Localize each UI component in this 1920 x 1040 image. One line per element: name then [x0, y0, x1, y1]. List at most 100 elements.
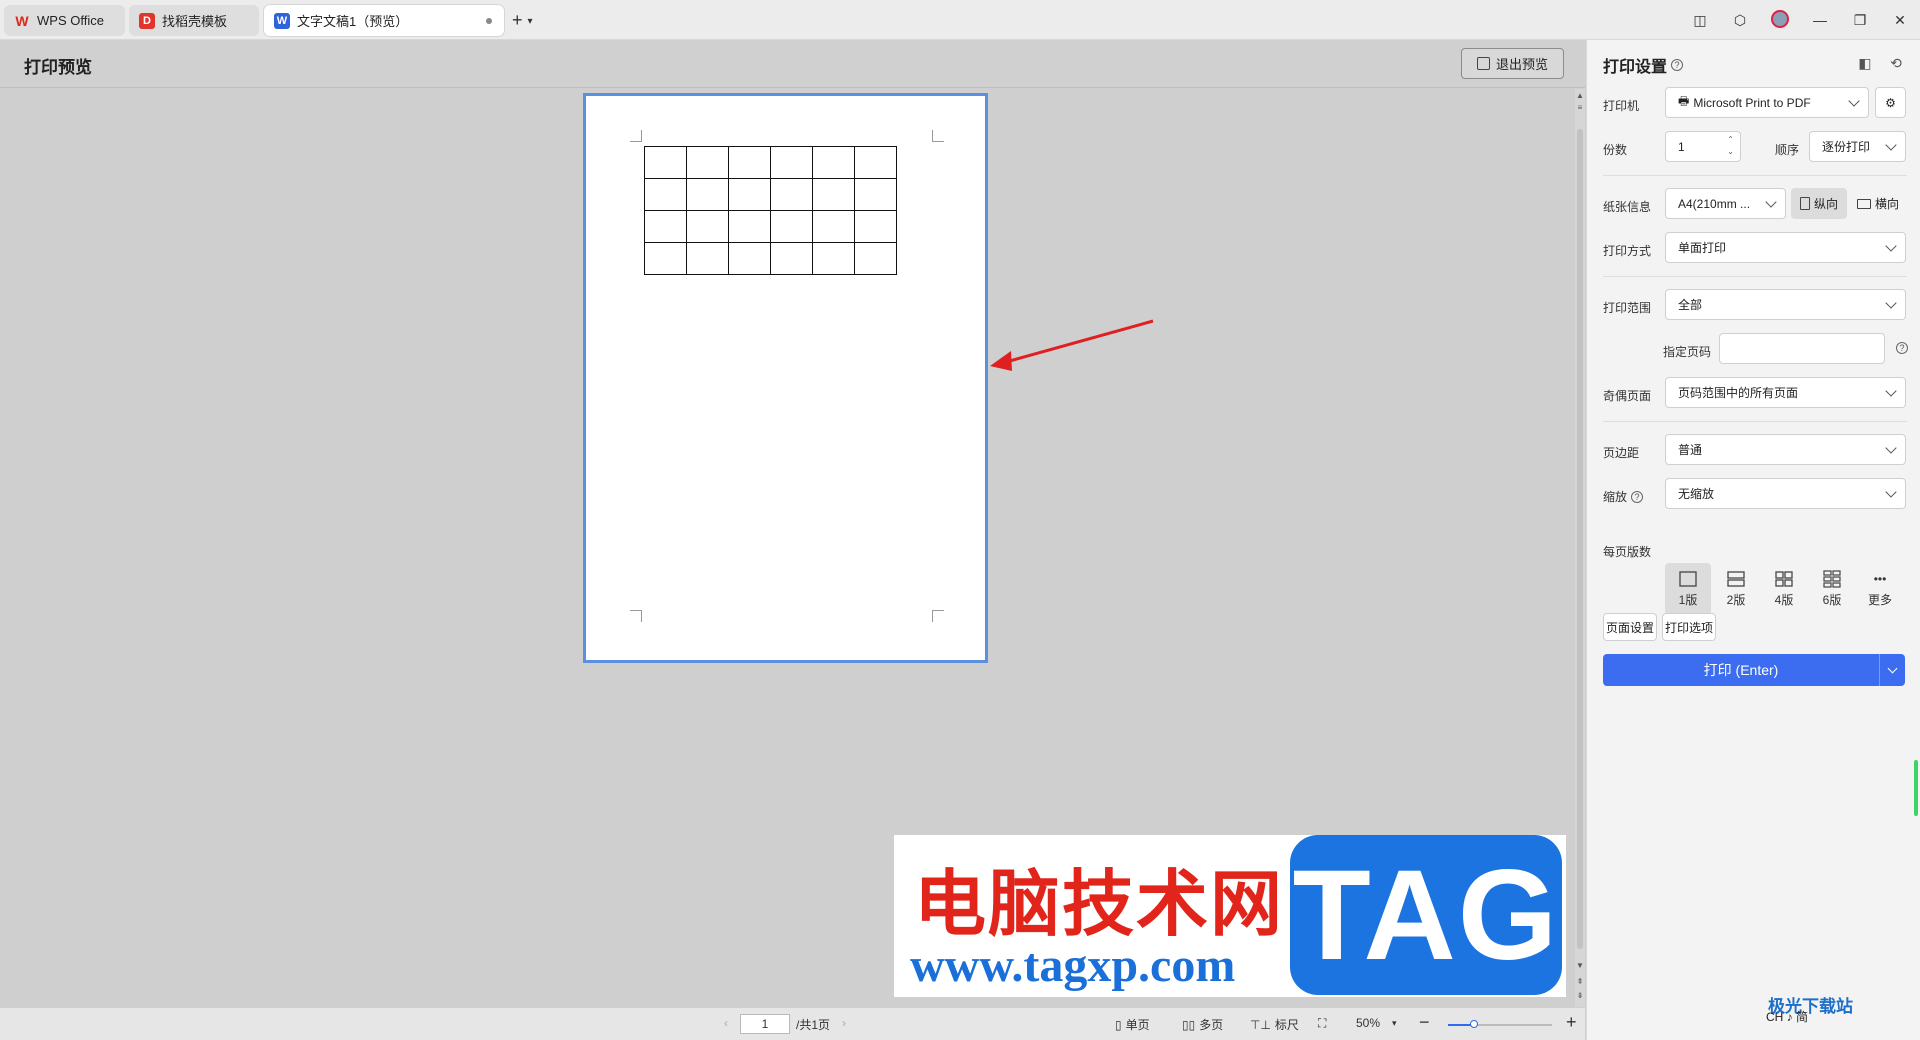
landscape-label: 横向: [1874, 197, 1899, 211]
scroll-down-icon[interactable]: ▼: [1575, 961, 1585, 970]
portrait-label: 纵向: [1813, 197, 1838, 211]
gear-icon: ⚙: [1885, 95, 1896, 110]
scroll-up-icon[interactable]: ▲: [1575, 91, 1585, 100]
layout-1-icon: [1679, 567, 1697, 591]
layout-label: 2版: [1726, 593, 1746, 607]
ruler-icon: ⊤⊥: [1250, 1017, 1271, 1032]
order-label: 顺序: [1775, 143, 1800, 157]
chevron-down-icon: [1848, 95, 1860, 107]
paper-size-select[interactable]: A4(210mm ...: [1665, 188, 1786, 219]
ime-indicator[interactable]: CH ♪ 简: [1766, 1008, 1808, 1025]
print-options-button[interactable]: 打印选项: [1662, 613, 1716, 641]
printer-properties-button[interactable]: ⚙: [1875, 87, 1906, 118]
panel-title: 打印设置 ?: [1603, 53, 1684, 77]
order-value: 逐份打印: [1822, 140, 1871, 154]
page-spec-label: 指定页码: [1663, 345, 1712, 359]
print-dropdown-button[interactable]: [1879, 654, 1905, 686]
page-spec-input[interactable]: [1719, 333, 1885, 364]
panel-layout-icon[interactable]: ◧: [1856, 55, 1874, 73]
zoom-in-icon[interactable]: +: [1566, 1012, 1577, 1033]
prev-page-icon[interactable]: ‹: [724, 1016, 728, 1030]
scale-value: 无缩放: [1678, 487, 1715, 501]
page-setup-label: 页面设置: [1605, 620, 1654, 635]
odd-even-select[interactable]: 页码范围中的所有页面: [1665, 377, 1906, 408]
single-page-button[interactable]: ▯ 单页: [1115, 1016, 1150, 1033]
multi-page-label: 多页: [1199, 1018, 1224, 1032]
layout-label: 1版: [1678, 593, 1698, 607]
printer-label: 打印机: [1603, 99, 1640, 113]
divider: [1603, 276, 1907, 277]
portrait-button[interactable]: 纵向: [1791, 188, 1847, 219]
print-options-label: 打印选项: [1664, 620, 1713, 635]
layout-6-up[interactable]: 6版: [1809, 563, 1855, 615]
margin-label: 页边距: [1603, 446, 1640, 460]
fit-page-icon[interactable]: ⛶: [1318, 1016, 1326, 1031]
single-page-icon: ▯: [1115, 1017, 1122, 1032]
paper-size-value: A4(210mm ...: [1678, 196, 1751, 211]
chevron-down-icon: [1885, 297, 1897, 309]
print-mode-value: 单面打印: [1678, 241, 1727, 255]
scale-select[interactable]: 无缩放: [1665, 478, 1906, 509]
ruler-button[interactable]: ⊤⊥ 标尺: [1250, 1016, 1299, 1033]
help-icon[interactable]: ?: [1671, 59, 1684, 71]
page-setup-button[interactable]: 页面设置: [1603, 613, 1657, 641]
stepper-down-icon[interactable]: ⌄: [1727, 147, 1734, 156]
scroll-prev-page-icon[interactable]: ⇞: [1575, 977, 1585, 986]
chevron-down-icon: [1885, 385, 1897, 397]
layout-4-up[interactable]: 4版: [1761, 563, 1807, 615]
layout-2-up[interactable]: 2版: [1713, 563, 1759, 615]
arrow-shaft: [1005, 319, 1154, 364]
landscape-button[interactable]: 横向: [1849, 188, 1907, 219]
scrollbar-thumb[interactable]: [1577, 129, 1583, 949]
ruler-label: 标尺: [1274, 1018, 1299, 1032]
margin-value: 普通: [1678, 443, 1703, 457]
layout-1-up[interactable]: 1版: [1665, 563, 1711, 615]
next-page-icon[interactable]: ›: [842, 1016, 846, 1030]
zoom-out-icon[interactable]: −: [1419, 1012, 1430, 1033]
order-select[interactable]: 逐份打印: [1809, 131, 1906, 162]
printer-icon: 🖶: [1678, 94, 1690, 108]
single-page-label: 单页: [1125, 1018, 1150, 1032]
layout-label: 4版: [1774, 593, 1794, 607]
status-bar: ‹ 1 /共1页 › ▯ 单页 ▯▯ 多页 ⊤⊥ 标尺 ⛶ 50% ▾ − +: [0, 1007, 1585, 1040]
scale-label: 缩放 ?: [1603, 488, 1644, 505]
stepper-up-icon[interactable]: ⌃: [1727, 135, 1734, 144]
zoom-level: 50%: [1356, 1016, 1381, 1030]
scale-label-text: 缩放: [1603, 490, 1628, 504]
paper-label: 纸张信息: [1603, 200, 1652, 214]
print-button[interactable]: 打印 (Enter): [1603, 654, 1905, 686]
landscape-icon: [1856, 198, 1871, 209]
odd-even-value: 页码范围中的所有页面: [1678, 386, 1799, 400]
copies-input[interactable]: 1 ⌃ ⌄: [1665, 131, 1741, 162]
zoom-select[interactable]: 50% ▾: [1356, 1016, 1397, 1030]
help-icon[interactable]: ?: [1631, 490, 1644, 503]
vertical-scrollbar[interactable]: ▲ ≡ ▼ ⇞ ⇟: [1575, 89, 1585, 1007]
print-range-select[interactable]: 全部: [1665, 289, 1906, 320]
watermark-tag-text: TAG: [1290, 835, 1562, 995]
layout-label: 6版: [1822, 593, 1842, 607]
pages-per-sheet-label: 每页版数: [1603, 545, 1652, 559]
scroll-top-icon[interactable]: ≡: [1575, 103, 1585, 112]
multi-page-icon: ▯▯: [1182, 1017, 1196, 1032]
print-settings-panel: 打印设置 ? ◧ ⟲ 打印机 🖶 Microsoft Print to PDF …: [1586, 40, 1920, 1040]
margin-select[interactable]: 普通: [1665, 434, 1906, 465]
layout-label: 更多: [1867, 593, 1892, 607]
print-mode-select[interactable]: 单面打印: [1665, 232, 1906, 263]
panel-pin-icon[interactable]: ⟲: [1887, 55, 1905, 73]
zoom-slider-handle[interactable]: [1470, 1020, 1478, 1028]
layout-2-icon: [1727, 567, 1745, 591]
arrow-head: [990, 351, 1012, 371]
zoom-slider[interactable]: [1448, 1020, 1552, 1028]
printer-select[interactable]: 🖶 Microsoft Print to PDF: [1665, 87, 1869, 118]
chevron-down-icon: [1765, 196, 1777, 208]
more-icon: •••: [1873, 572, 1887, 586]
multi-page-button[interactable]: ▯▯ 多页: [1182, 1016, 1223, 1033]
page-number-input[interactable]: 1: [740, 1014, 790, 1034]
help-icon[interactable]: ?: [1896, 342, 1908, 354]
scroll-next-page-icon[interactable]: ⇟: [1575, 991, 1585, 1000]
printer-value: Microsoft Print to PDF: [1693, 95, 1811, 110]
layout-more[interactable]: ••• 更多: [1857, 563, 1903, 615]
chevron-down-icon: [1885, 442, 1897, 454]
page-total: /共1页: [796, 1018, 831, 1032]
print-range-value: 全部: [1678, 298, 1703, 312]
